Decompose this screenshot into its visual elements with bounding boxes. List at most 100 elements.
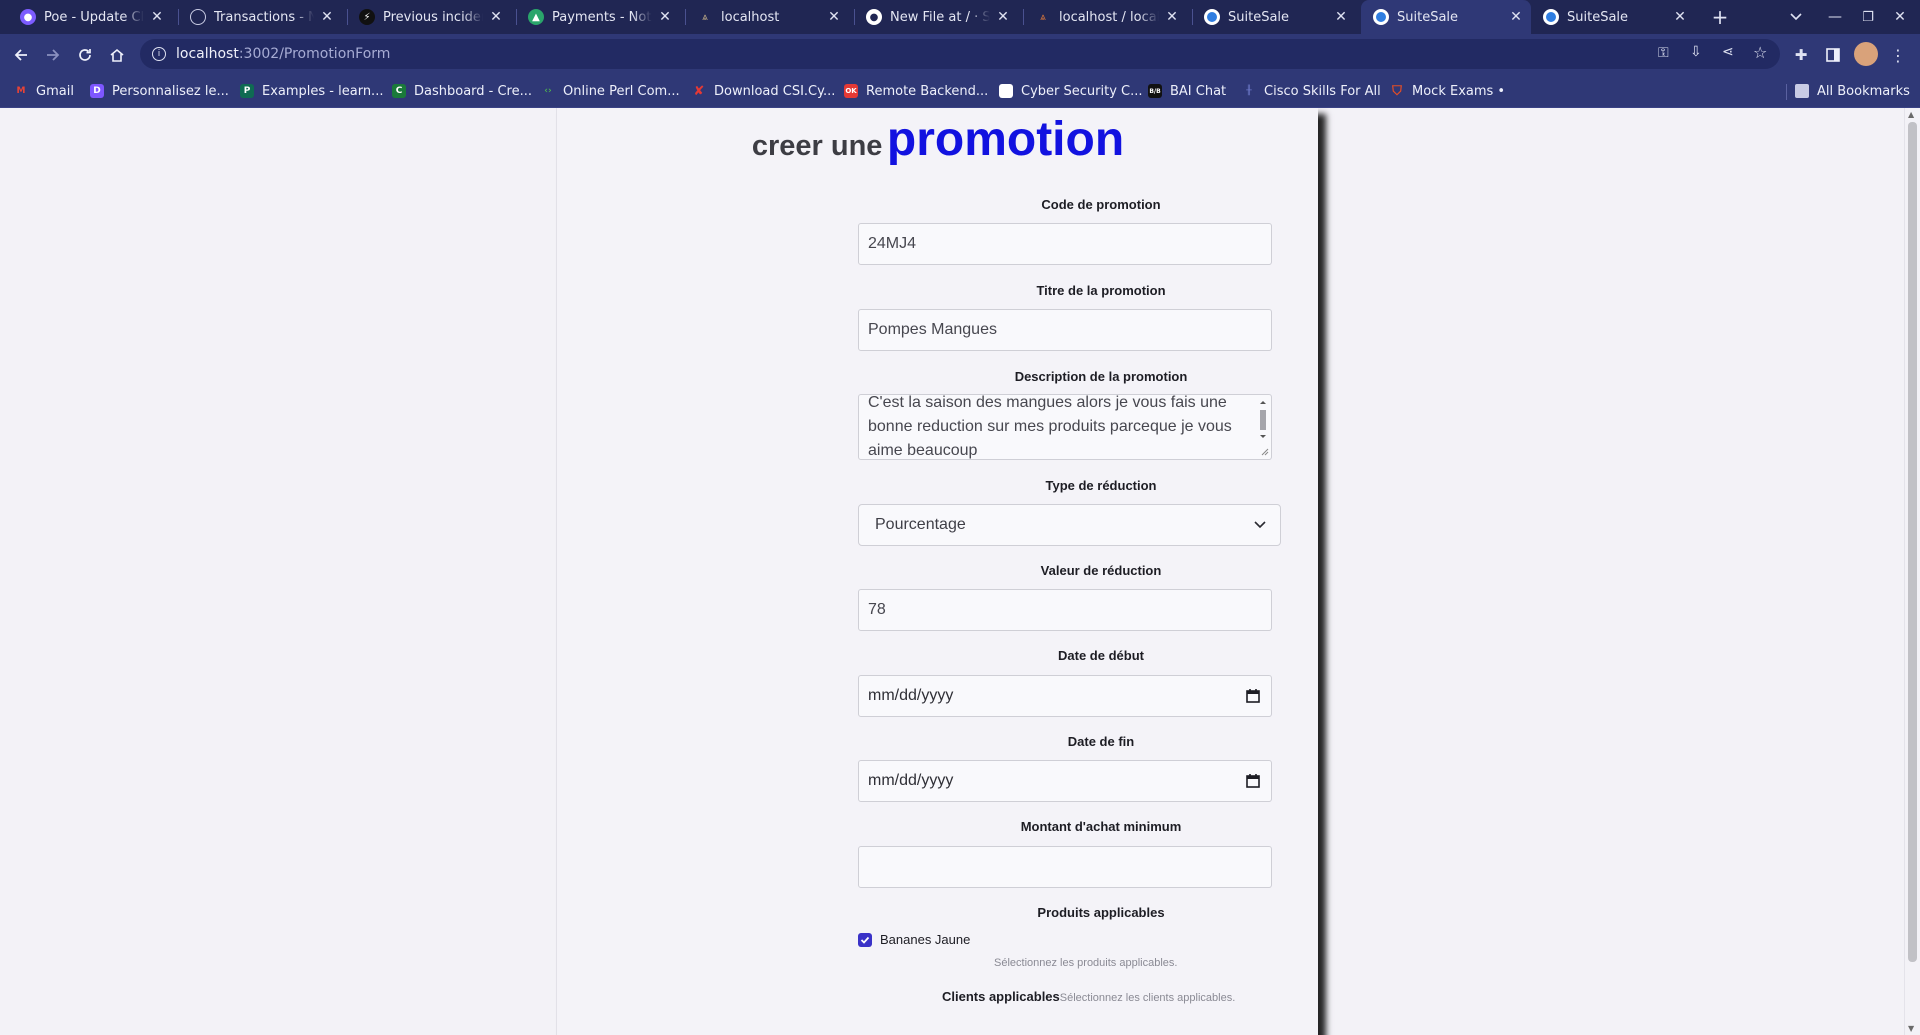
close-icon[interactable]: ✕ (1163, 8, 1181, 26)
avatar[interactable] (1854, 42, 1878, 66)
bookmark-label: Download CSI.Cy... (714, 83, 836, 99)
promotion-form-panel: creer une promotion Code de promotion Ti… (556, 108, 1318, 1035)
address-bar[interactable]: i localhost:3002/PromotionForm ⚿ ⇩ ⋖ ☆ (140, 39, 1780, 69)
title-label: Titre de la promotion (1036, 283, 1166, 298)
bookmark-item[interactable]: OK Remote Backend... (844, 74, 988, 108)
extensions-icon[interactable]: ✚ (1790, 44, 1812, 66)
page-title-prefix: creer une (751, 130, 883, 162)
scrollbar-thumb[interactable] (1908, 122, 1917, 962)
tab-title: Previous incident (383, 9, 483, 25)
close-icon[interactable]: ✕ (825, 8, 843, 26)
close-icon[interactable]: ✕ (318, 8, 336, 26)
bookmark-item[interactable]: ⛉ Mock Exams • (1390, 74, 1505, 108)
back-button[interactable] (10, 44, 32, 66)
close-icon[interactable]: ✕ (1671, 8, 1689, 26)
end-date-input[interactable]: mm/dd/yyyy (858, 760, 1272, 802)
home-icon (110, 48, 124, 62)
d-logo-icon: D (90, 84, 104, 98)
browser-tab[interactable]: ▲ Payments - Notch ✕ (516, 0, 680, 34)
bookmark-label: Online Perl Com... (563, 83, 680, 99)
bookmarks-divider (1786, 84, 1787, 100)
restore-button[interactable]: ❐ (1858, 7, 1878, 27)
browser-tab-active[interactable]: SuiteSale ✕ (1361, 0, 1531, 34)
product-checkbox[interactable] (858, 932, 872, 947)
close-icon[interactable]: ✕ (487, 8, 505, 26)
discount-type-select[interactable]: Pourcentage (858, 504, 1281, 546)
scroll-up-arrow[interactable]: ▲ (1908, 110, 1914, 119)
close-icon[interactable]: ✕ (148, 8, 166, 26)
reload-button[interactable] (74, 44, 96, 66)
site-info-icon[interactable]: i (152, 47, 166, 61)
cisco-icon: ╫ (1246, 86, 1252, 96)
forward-button[interactable] (42, 44, 64, 66)
tab-title: localhost (721, 9, 780, 25)
globe-icon (190, 9, 206, 25)
home-button[interactable] (106, 44, 128, 66)
new-tab-button[interactable]: + (1708, 5, 1732, 29)
bookmark-item[interactable]: ✘ Download CSI.Cy... (692, 74, 836, 108)
side-panel-button[interactable] (1822, 44, 1844, 66)
close-icon[interactable]: ✕ (656, 8, 674, 26)
browser-tab[interactable]: ● Poe - Update Clie ✕ (8, 0, 172, 34)
tab-title: New File at / · Se (890, 9, 990, 25)
share-icon[interactable]: ⋖ (1722, 44, 1734, 60)
discount-value-label: Valeur de réduction (1040, 563, 1162, 578)
browser-tab[interactable]: Transactions - No ✕ (178, 0, 342, 34)
bookmark-label: Dashboard - Cre... (414, 83, 533, 99)
bookmark-item[interactable]: M Gmail (14, 74, 74, 108)
tab-search-button[interactable] (1786, 7, 1806, 27)
calendar-icon[interactable] (1245, 688, 1261, 704)
code-input[interactable] (858, 223, 1272, 265)
bookmark-item[interactable]: D Personnalisez le... (90, 74, 229, 108)
bookmark-label: BAI Chat (1170, 83, 1227, 99)
phpmyadmin-icon: ⩓ (1040, 11, 1046, 23)
discount-value-input[interactable] (858, 589, 1272, 631)
description-text: C'est la saison des mangues alors je vou… (868, 394, 1232, 459)
product-name: Bananes Jaune (880, 932, 971, 947)
browser-tab[interactable]: SuiteSale ✕ (1192, 0, 1356, 34)
bookmark-item[interactable]: B/B BAI Chat (1148, 74, 1226, 108)
textarea-scrollbar[interactable] (1257, 397, 1269, 457)
install-app-icon[interactable]: ⇩ (1690, 44, 1702, 60)
scroll-down-arrow[interactable]: ▼ (1908, 1024, 1914, 1033)
close-icon[interactable]: ✕ (994, 8, 1012, 26)
all-bookmarks-button[interactable]: All Bookmarks (1795, 74, 1910, 108)
browser-tab[interactable]: ⩓ localhost / localh ✕ (1023, 0, 1187, 34)
calendar-icon[interactable] (1245, 773, 1261, 789)
title-input[interactable] (858, 309, 1272, 351)
github-icon: ● (866, 9, 882, 25)
page-scrollbar[interactable]: ▲ ▼ (1904, 108, 1920, 1035)
browser-toolbar: i localhost:3002/PromotionForm ⚿ ⇩ ⋖ ☆ ✚… (0, 34, 1920, 74)
description-label: Description de la promotion (1014, 369, 1188, 384)
more-menu-icon[interactable]: ⋮ (1888, 44, 1908, 66)
bolt-icon: ⚡ (359, 9, 375, 25)
browser-tab[interactable]: ⚡ Previous incident ✕ (347, 0, 511, 34)
close-window-button[interactable]: ✕ (1890, 7, 1910, 27)
bookmark-label: Examples - learn... (262, 83, 384, 99)
tab-title: Transactions - No (214, 9, 314, 25)
bookmark-label: All Bookmarks (1817, 83, 1910, 99)
min-amount-input[interactable] (858, 846, 1272, 888)
doc-icon (999, 84, 1013, 98)
bookmark-item[interactable]: ‹› Online Perl Com... (541, 74, 680, 108)
product-checkbox-row[interactable]: Bananes Jaune (858, 932, 970, 947)
bookmark-label: Remote Backend... (866, 83, 989, 99)
bookmark-item[interactable]: ╫ Cisco Skills For All (1242, 74, 1381, 108)
close-icon[interactable]: ✕ (1332, 8, 1350, 26)
browser-tab[interactable]: SuiteSale ✕ (1531, 0, 1695, 34)
clients-label: Clients applicables (942, 989, 1060, 1004)
folder-icon (1795, 84, 1809, 98)
browser-tab[interactable]: ● New File at / · Se ✕ (854, 0, 1018, 34)
browser-tab[interactable]: ⩓ localhost ✕ (685, 0, 849, 34)
bookmark-item[interactable]: Cyber Security C... (999, 74, 1143, 108)
url-path: :3002/PromotionForm (238, 46, 391, 62)
description-textarea[interactable]: C'est la saison des mangues alors je vou… (858, 394, 1272, 460)
bookmark-item[interactable]: P Examples - learn... (240, 74, 383, 108)
bookmark-item[interactable]: C Dashboard - Cre... (392, 74, 532, 108)
bookmark-star-icon[interactable]: ☆ (1753, 43, 1767, 62)
start-date-input[interactable]: mm/dd/yyyy (858, 675, 1272, 717)
close-icon[interactable]: ✕ (1507, 8, 1525, 26)
key-icon[interactable]: ⚿ (1658, 45, 1669, 61)
minimize-button[interactable]: — (1825, 7, 1845, 27)
start-date-value: mm/dd/yyyy (868, 687, 954, 704)
